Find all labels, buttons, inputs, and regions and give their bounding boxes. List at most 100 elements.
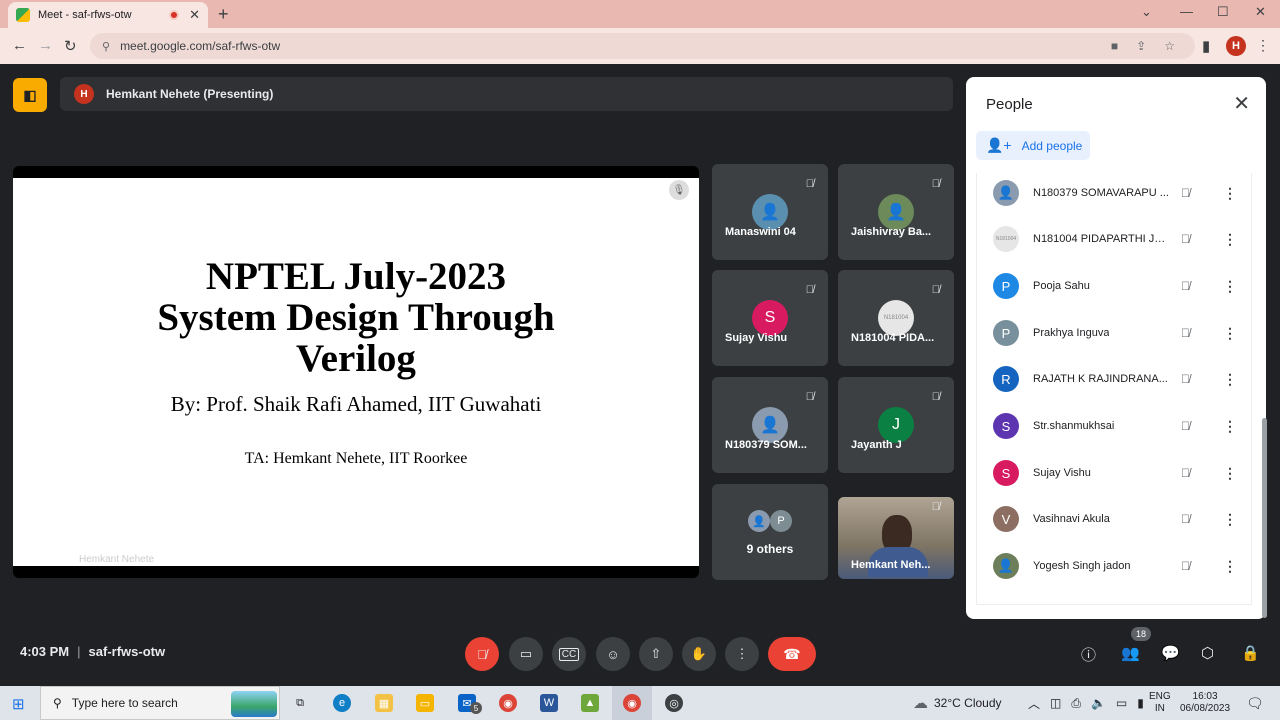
slide-content: NPTEL July-2023 System Design Through Ve… xyxy=(13,178,699,566)
task-view-icon[interactable]: ⧉ xyxy=(291,694,309,712)
participant-tile[interactable]: 🎙̸ 👤 Jaishivray Ba... xyxy=(838,164,954,260)
panel-title: People xyxy=(986,96,1033,113)
more-options-icon[interactable]: ⋮ xyxy=(1223,325,1237,342)
list-item[interactable]: 👤 Yogesh Singh jadon 🎙̸ ⋮ xyxy=(977,543,1253,589)
minimize-button[interactable]: — xyxy=(1180,4,1193,19)
list-item[interactable]: N181004 N181004 PIDAPARTHI JA... 🎙̸ ⋮ xyxy=(977,216,1253,262)
mic-off-icon[interactable]: 🎙̸ xyxy=(1181,419,1190,433)
avatar: S xyxy=(993,460,1019,486)
display-icon[interactable]: ▭ xyxy=(1116,696,1127,710)
reactions-button[interactable]: ☺ xyxy=(596,637,630,671)
close-window-button[interactable]: ✕ xyxy=(1255,4,1266,20)
meeting-details-icon[interactable]: ⓘ xyxy=(1081,644,1096,665)
new-tab-button[interactable]: + xyxy=(218,4,229,25)
camera-in-use-icon[interactable]: ■ xyxy=(1111,39,1118,53)
system-tray[interactable]: ︿ ◫ ⎙ 🔈 ▭ ▮ xyxy=(1028,686,1144,720)
list-item[interactable]: V Vasihnavi Akula 🎙̸ ⋮ xyxy=(977,496,1253,542)
more-options-icon[interactable]: ⋮ xyxy=(1223,231,1237,248)
activities-icon[interactable]: ⬡ xyxy=(1201,644,1214,662)
slide-title-line2: System Design Through xyxy=(157,296,555,339)
notifications-icon[interactable]: 🗨 xyxy=(1246,686,1264,720)
close-tab-icon[interactable]: ✕ xyxy=(189,7,200,23)
more-options-icon[interactable]: ⋮ xyxy=(1223,558,1237,575)
list-item[interactable]: P Prakhya Inguva 🎙̸ ⋮ xyxy=(977,310,1253,356)
mic-off-icon[interactable]: 🎙̸ xyxy=(1181,186,1190,200)
presentation-tile[interactable]: NPTEL July-2023 System Design Through Ve… xyxy=(13,166,699,578)
captions-button[interactable]: CC xyxy=(552,637,586,671)
chevron-up-icon[interactable]: ︿ xyxy=(1028,695,1040,712)
more-options-icon[interactable]: ⋮ xyxy=(1223,465,1237,482)
close-panel-icon[interactable]: ✕ xyxy=(1233,91,1250,116)
more-options-icon[interactable]: ⋮ xyxy=(1223,185,1237,202)
chat-icon[interactable]: 💬 xyxy=(1161,644,1180,662)
participant-tile[interactable]: 🎙̸ J Jayanth J xyxy=(838,377,954,473)
chrome-icon[interactable]: ◉ xyxy=(499,694,517,712)
taskbar-clock[interactable]: 16:03 06/08/2023 xyxy=(1180,686,1230,720)
present-button[interactable]: ⇧ xyxy=(639,637,673,671)
more-options-icon[interactable]: ⋮ xyxy=(1223,418,1237,435)
language-indicator[interactable]: ENG IN xyxy=(1149,686,1171,720)
taskbar-search-box[interactable]: ⚲ Type here to search xyxy=(40,686,280,720)
participant-tile[interactable]: 🎙̸ S Sujay Vishu xyxy=(712,270,828,366)
chrome-active-icon[interactable]: ◉ xyxy=(623,694,641,712)
meet-companion-logo-icon[interactable]: ◧ xyxy=(13,78,47,112)
present-icon: ⇧ xyxy=(650,646,662,661)
app-icon[interactable]: ◎ xyxy=(665,694,683,712)
avatar: P xyxy=(993,320,1019,346)
people-scrollbar[interactable] xyxy=(1262,418,1267,618)
word-icon[interactable]: W xyxy=(540,694,558,712)
browser-menu-icon[interactable]: ⋮ xyxy=(1256,37,1270,54)
share-icon[interactable]: ⇪ xyxy=(1136,39,1146,53)
add-people-button[interactable]: 👤+ Add people xyxy=(976,131,1090,160)
mic-off-icon[interactable]: 🎙̸ xyxy=(1181,466,1190,480)
mic-off-icon[interactable]: 🎙̸ xyxy=(1181,559,1190,573)
participant-tile[interactable]: 🎙̸ N181004 N181004 PIDA... xyxy=(838,270,954,366)
windows-start-icon[interactable]: ⊞ xyxy=(12,695,25,713)
list-item[interactable]: R RAJATH K RAJINDRANA... 🎙̸ ⋮ xyxy=(977,356,1253,402)
address-bar[interactable]: ⚲ meet.google.com/saf-rfws-otw ■ ⇪ ☆ xyxy=(90,33,1195,59)
drive-icon[interactable]: ▲ xyxy=(581,694,599,712)
list-item[interactable]: S Str.shanmukhsai 🎙̸ ⋮ xyxy=(977,403,1253,449)
back-button[interactable]: ← xyxy=(12,37,27,54)
browser-tab-meet[interactable]: Meet - saf-rfws-otw ✕ xyxy=(8,2,208,28)
participant-tile[interactable]: 🎙̸ 👤 N180379 SOM... xyxy=(712,377,828,473)
more-options-icon[interactable]: ⋮ xyxy=(1223,278,1237,295)
side-panel-icon[interactable]: ▮ xyxy=(1202,37,1210,55)
maximize-button[interactable]: ☐ xyxy=(1217,4,1229,20)
list-item[interactable]: S Sujay Vishu 🎙̸ ⋮ xyxy=(977,450,1253,496)
file-explorer-icon[interactable]: ▭ xyxy=(416,694,434,712)
reload-button[interactable]: ↻ xyxy=(64,37,77,55)
participant-tile[interactable]: 🎙̸ 👤 Manaswini 04 xyxy=(712,164,828,260)
divider: | xyxy=(77,644,81,659)
others-tile[interactable]: 👤 P 9 others xyxy=(712,484,828,580)
people-icon[interactable]: 👥 xyxy=(1121,644,1140,662)
leave-call-button[interactable]: ☎ xyxy=(768,637,816,671)
battery-icon[interactable]: ▮ xyxy=(1137,696,1144,710)
mic-off-icon[interactable]: 🎙̸ xyxy=(1181,232,1190,246)
weather-widget[interactable]: ☁ 32°C Cloudy xyxy=(913,686,1002,720)
more-options-button[interactable]: ⋮ xyxy=(725,637,759,671)
printer-icon[interactable]: ⎙ xyxy=(1071,696,1081,711)
list-item[interactable]: 👤 N180379 SOMAVARAPU ... 🎙̸ ⋮ xyxy=(977,170,1253,216)
camera-toggle-button[interactable]: ▭ xyxy=(509,637,543,671)
bookmark-star-icon[interactable]: ☆ xyxy=(1164,39,1175,53)
network-icon[interactable]: ◫ xyxy=(1050,696,1061,710)
mic-off-icon[interactable]: 🎙̸ xyxy=(1181,512,1190,526)
host-controls-icon[interactable]: 🔒 xyxy=(1241,644,1260,662)
raise-hand-button[interactable]: ✋ xyxy=(682,637,716,671)
edge-icon[interactable]: e xyxy=(333,694,351,712)
self-video-tile[interactable]: 🎙̸ Hemkant Neh... xyxy=(838,497,954,579)
more-options-icon[interactable]: ⋮ xyxy=(1223,371,1237,388)
more-options-icon[interactable]: ⋮ xyxy=(1223,511,1237,528)
mic-off-icon[interactable]: 🎙̸ xyxy=(1181,279,1190,293)
mic-off-icon[interactable]: 🎙̸ xyxy=(1181,372,1190,386)
mic-off-icon[interactable]: 🎙̸ xyxy=(1181,326,1190,340)
profile-avatar[interactable]: H xyxy=(1226,36,1246,56)
site-info-icon[interactable]: ⚲ xyxy=(102,40,110,53)
volume-icon[interactable]: 🔈 xyxy=(1091,696,1106,710)
tab-search-chevron-icon[interactable]: ⌄ xyxy=(1141,4,1152,20)
microsoft-store-icon[interactable]: ▦ xyxy=(375,694,393,712)
forward-button[interactable]: → xyxy=(38,37,53,54)
list-item[interactable]: P Pooja Sahu 🎙̸ ⋮ xyxy=(977,263,1253,309)
mic-toggle-button[interactable]: 🎙̸ xyxy=(465,637,499,671)
